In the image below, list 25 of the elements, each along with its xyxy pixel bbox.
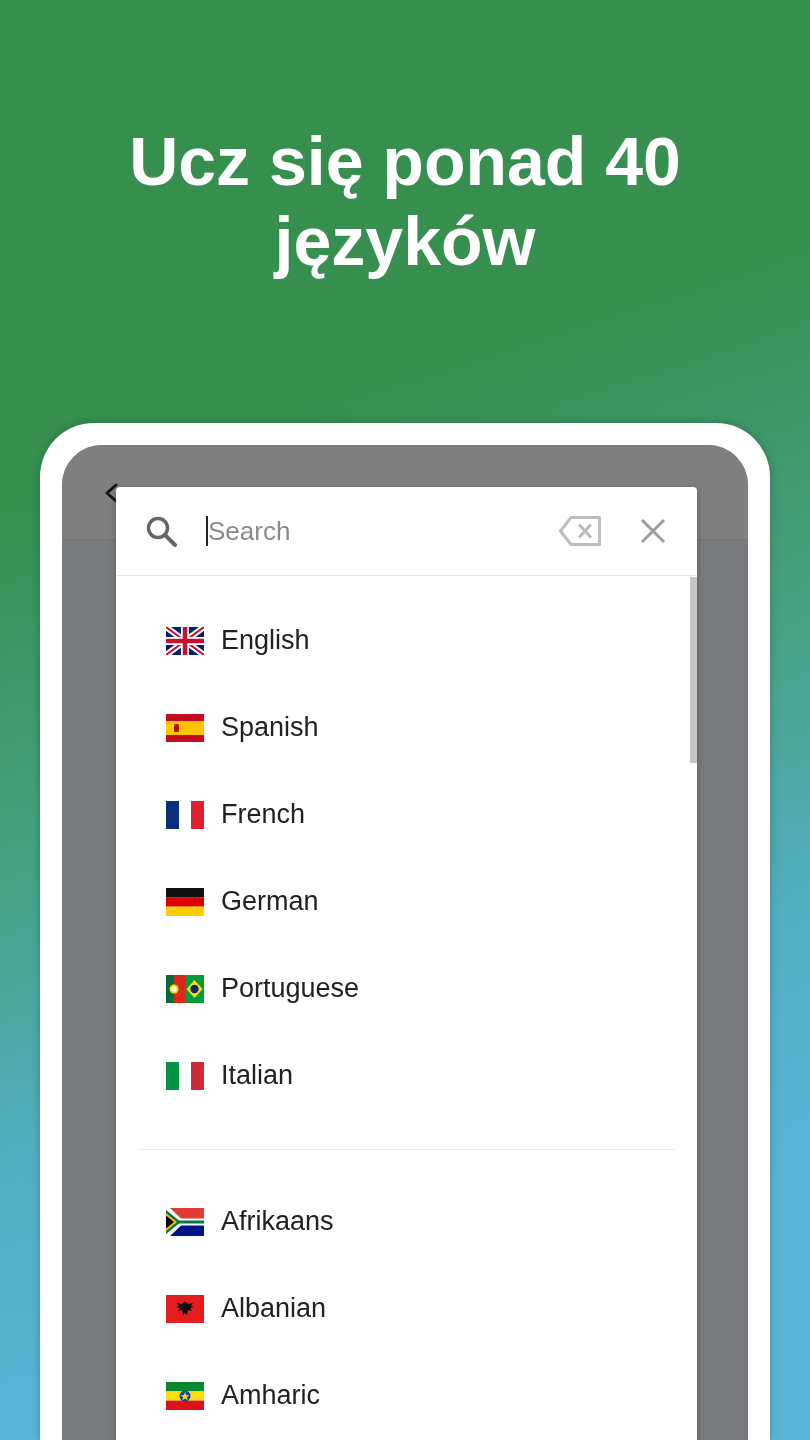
flag-icon <box>166 1207 204 1236</box>
flag-icon <box>166 1061 204 1090</box>
backspace-icon[interactable] <box>558 515 602 547</box>
flag-icon <box>166 1294 204 1323</box>
headline: Ucz się ponad 40 języków <box>129 122 681 281</box>
flag-icon <box>166 800 204 829</box>
close-icon[interactable] <box>640 518 666 544</box>
language-item[interactable]: Spanish <box>116 684 697 771</box>
back-icon[interactable] <box>104 483 118 503</box>
language-item[interactable]: Afrikaans <box>116 1178 697 1265</box>
scrollbar[interactable] <box>690 577 697 763</box>
search-icon <box>145 515 177 547</box>
language-item[interactable]: English <box>116 597 697 684</box>
flag-icon <box>166 1381 204 1410</box>
language-item[interactable]: Italian <box>116 1032 697 1119</box>
flag-icon <box>166 974 204 1003</box>
flag-icon <box>166 626 204 655</box>
flag-icon <box>166 713 204 742</box>
language-item[interactable]: Portuguese <box>116 945 697 1032</box>
language-item[interactable]: German <box>116 858 697 945</box>
flag-icon <box>166 887 204 916</box>
search-field[interactable]: Search <box>206 513 528 549</box>
language-item[interactable]: French <box>116 771 697 858</box>
language-item[interactable]: Amharic <box>116 1352 697 1439</box>
language-item[interactable]: Albanian <box>116 1265 697 1352</box>
